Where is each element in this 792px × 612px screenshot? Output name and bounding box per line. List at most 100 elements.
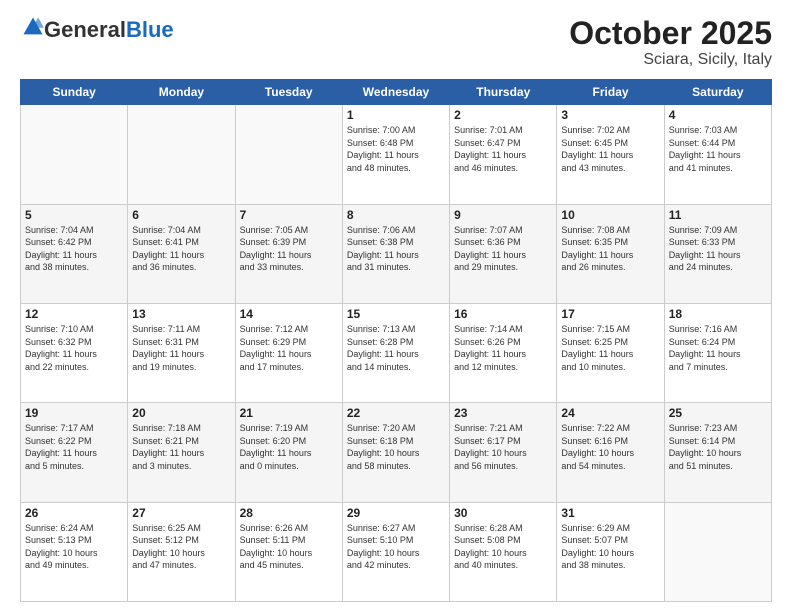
table-row: 1 Sunrise: 7:00 AM Sunset: 6:48 PM Daylig… xyxy=(342,105,449,204)
day-number: 18 xyxy=(669,307,767,321)
day-number: 4 xyxy=(669,108,767,122)
table-row: 15 Sunrise: 7:13 AM Sunset: 6:28 PM Dayli… xyxy=(342,303,449,402)
day-info: Sunrise: 7:05 AM Sunset: 6:39 PM Dayligh… xyxy=(240,224,338,274)
table-row: 19 Sunrise: 7:17 AM Sunset: 6:22 PM Dayli… xyxy=(21,403,128,502)
day-info: Sunrise: 7:02 AM Sunset: 6:45 PM Dayligh… xyxy=(561,124,659,174)
calendar-body: 1 Sunrise: 7:00 AM Sunset: 6:48 PM Daylig… xyxy=(21,105,772,602)
col-tuesday: Tuesday xyxy=(235,80,342,105)
day-info: Sunrise: 6:27 AM Sunset: 5:10 PM Dayligh… xyxy=(347,522,445,572)
table-row: 26Sunrise: 6:24 AM Sunset: 5:13 PM Dayli… xyxy=(21,502,128,601)
day-info: Sunrise: 7:07 AM Sunset: 6:36 PM Dayligh… xyxy=(454,224,552,274)
logo-general: General xyxy=(44,17,126,42)
day-info: Sunrise: 7:04 AM Sunset: 6:41 PM Dayligh… xyxy=(132,224,230,274)
day-info: Sunrise: 7:16 AM Sunset: 6:24 PM Dayligh… xyxy=(669,323,767,373)
day-info: Sunrise: 6:28 AM Sunset: 5:08 PM Dayligh… xyxy=(454,522,552,572)
table-row: 25 Sunrise: 7:23 AM Sunset: 6:14 PM Dayli… xyxy=(664,403,771,502)
table-row: 5 Sunrise: 7:04 AM Sunset: 6:42 PM Daylig… xyxy=(21,204,128,303)
day-number: 25 xyxy=(669,406,767,420)
day-info: Sunrise: 7:22 AM Sunset: 6:16 PM Dayligh… xyxy=(561,422,659,472)
day-number: 14 xyxy=(240,307,338,321)
day-number: 6 xyxy=(132,208,230,222)
col-wednesday: Wednesday xyxy=(342,80,449,105)
logo-blue: Blue xyxy=(126,17,174,42)
calendar: Sunday Monday Tuesday Wednesday Thursday… xyxy=(20,79,772,602)
day-number: 9 xyxy=(454,208,552,222)
table-row: 11Sunrise: 7:09 AM Sunset: 6:33 PM Dayli… xyxy=(664,204,771,303)
day-number: 19 xyxy=(25,406,123,420)
table-row: 6 Sunrise: 7:04 AM Sunset: 6:41 PM Daylig… xyxy=(128,204,235,303)
table-row: 30 Sunrise: 6:28 AM Sunset: 5:08 PM Dayli… xyxy=(450,502,557,601)
calendar-header-row: Sunday Monday Tuesday Wednesday Thursday… xyxy=(21,80,772,105)
day-info: Sunrise: 7:09 AM Sunset: 6:33 PM Dayligh… xyxy=(669,224,767,274)
table-row: 12 Sunrise: 7:10 AM Sunset: 6:32 PM Dayli… xyxy=(21,303,128,402)
table-row xyxy=(235,105,342,204)
table-row: 28 Sunrise: 6:26 AM Sunset: 5:11 PM Dayli… xyxy=(235,502,342,601)
day-number: 20 xyxy=(132,406,230,420)
day-info: Sunrise: 7:15 AM Sunset: 6:25 PM Dayligh… xyxy=(561,323,659,373)
day-number: 22 xyxy=(347,406,445,420)
calendar-week-row: 19 Sunrise: 7:17 AM Sunset: 6:22 PM Dayli… xyxy=(21,403,772,502)
day-number: 7 xyxy=(240,208,338,222)
day-number: 1 xyxy=(347,108,445,122)
day-info: Sunrise: 7:17 AM Sunset: 6:22 PM Dayligh… xyxy=(25,422,123,472)
title-block: October 2025 Sciara, Sicily, Italy xyxy=(569,16,772,69)
col-friday: Friday xyxy=(557,80,664,105)
day-info: Sunrise: 6:29 AM Sunset: 5:07 PM Dayligh… xyxy=(561,522,659,572)
table-row: 14Sunrise: 7:12 AM Sunset: 6:29 PM Dayli… xyxy=(235,303,342,402)
table-row: 29Sunrise: 6:27 AM Sunset: 5:10 PM Dayli… xyxy=(342,502,449,601)
day-number: 13 xyxy=(132,307,230,321)
day-number: 10 xyxy=(561,208,659,222)
table-row: 2 Sunrise: 7:01 AM Sunset: 6:47 PM Daylig… xyxy=(450,105,557,204)
table-row: 4Sunrise: 7:03 AM Sunset: 6:44 PM Daylig… xyxy=(664,105,771,204)
day-info: Sunrise: 7:14 AM Sunset: 6:26 PM Dayligh… xyxy=(454,323,552,373)
calendar-week-row: 12 Sunrise: 7:10 AM Sunset: 6:32 PM Dayli… xyxy=(21,303,772,402)
day-number: 12 xyxy=(25,307,123,321)
day-info: Sunrise: 7:13 AM Sunset: 6:28 PM Dayligh… xyxy=(347,323,445,373)
table-row: 31 Sunrise: 6:29 AM Sunset: 5:07 PM Dayli… xyxy=(557,502,664,601)
day-number: 21 xyxy=(240,406,338,420)
table-row: 8Sunrise: 7:06 AM Sunset: 6:38 PM Daylig… xyxy=(342,204,449,303)
day-number: 27 xyxy=(132,506,230,520)
day-number: 5 xyxy=(25,208,123,222)
table-row: 27 Sunrise: 6:25 AM Sunset: 5:12 PM Dayli… xyxy=(128,502,235,601)
day-info: Sunrise: 6:26 AM Sunset: 5:11 PM Dayligh… xyxy=(240,522,338,572)
calendar-week-row: 5 Sunrise: 7:04 AM Sunset: 6:42 PM Daylig… xyxy=(21,204,772,303)
day-number: 17 xyxy=(561,307,659,321)
logo-text: GeneralBlue xyxy=(44,19,174,41)
day-info: Sunrise: 7:23 AM Sunset: 6:14 PM Dayligh… xyxy=(669,422,767,472)
col-sunday: Sunday xyxy=(21,80,128,105)
table-row: 18 Sunrise: 7:16 AM Sunset: 6:24 PM Dayli… xyxy=(664,303,771,402)
day-info: Sunrise: 7:10 AM Sunset: 6:32 PM Dayligh… xyxy=(25,323,123,373)
table-row: 10Sunrise: 7:08 AM Sunset: 6:35 PM Dayli… xyxy=(557,204,664,303)
day-info: Sunrise: 7:01 AM Sunset: 6:47 PM Dayligh… xyxy=(454,124,552,174)
day-number: 30 xyxy=(454,506,552,520)
day-info: Sunrise: 7:00 AM Sunset: 6:48 PM Dayligh… xyxy=(347,124,445,174)
day-number: 28 xyxy=(240,506,338,520)
table-row xyxy=(21,105,128,204)
day-info: Sunrise: 7:20 AM Sunset: 6:18 PM Dayligh… xyxy=(347,422,445,472)
table-row: 22 Sunrise: 7:20 AM Sunset: 6:18 PM Dayli… xyxy=(342,403,449,502)
day-info: Sunrise: 6:25 AM Sunset: 5:12 PM Dayligh… xyxy=(132,522,230,572)
day-number: 15 xyxy=(347,307,445,321)
table-row: 13 Sunrise: 7:11 AM Sunset: 6:31 PM Dayli… xyxy=(128,303,235,402)
day-number: 31 xyxy=(561,506,659,520)
day-info: Sunrise: 7:04 AM Sunset: 6:42 PM Dayligh… xyxy=(25,224,123,274)
table-row: 20 Sunrise: 7:18 AM Sunset: 6:21 PM Dayli… xyxy=(128,403,235,502)
day-number: 2 xyxy=(454,108,552,122)
table-row: 7 Sunrise: 7:05 AM Sunset: 6:39 PM Daylig… xyxy=(235,204,342,303)
table-row: 9 Sunrise: 7:07 AM Sunset: 6:36 PM Daylig… xyxy=(450,204,557,303)
day-info: Sunrise: 7:18 AM Sunset: 6:21 PM Dayligh… xyxy=(132,422,230,472)
table-row: 23 Sunrise: 7:21 AM Sunset: 6:17 PM Dayli… xyxy=(450,403,557,502)
col-thursday: Thursday xyxy=(450,80,557,105)
logo: GeneralBlue xyxy=(20,16,174,43)
col-monday: Monday xyxy=(128,80,235,105)
table-row xyxy=(128,105,235,204)
table-row: 3Sunrise: 7:02 AM Sunset: 6:45 PM Daylig… xyxy=(557,105,664,204)
day-number: 23 xyxy=(454,406,552,420)
day-info: Sunrise: 7:11 AM Sunset: 6:31 PM Dayligh… xyxy=(132,323,230,373)
table-row: 24Sunrise: 7:22 AM Sunset: 6:16 PM Dayli… xyxy=(557,403,664,502)
day-info: Sunrise: 7:21 AM Sunset: 6:17 PM Dayligh… xyxy=(454,422,552,472)
logo-icon xyxy=(22,16,44,38)
page: GeneralBlue October 2025 Sciara, Sicily,… xyxy=(0,0,792,612)
location-title: Sciara, Sicily, Italy xyxy=(569,51,772,69)
